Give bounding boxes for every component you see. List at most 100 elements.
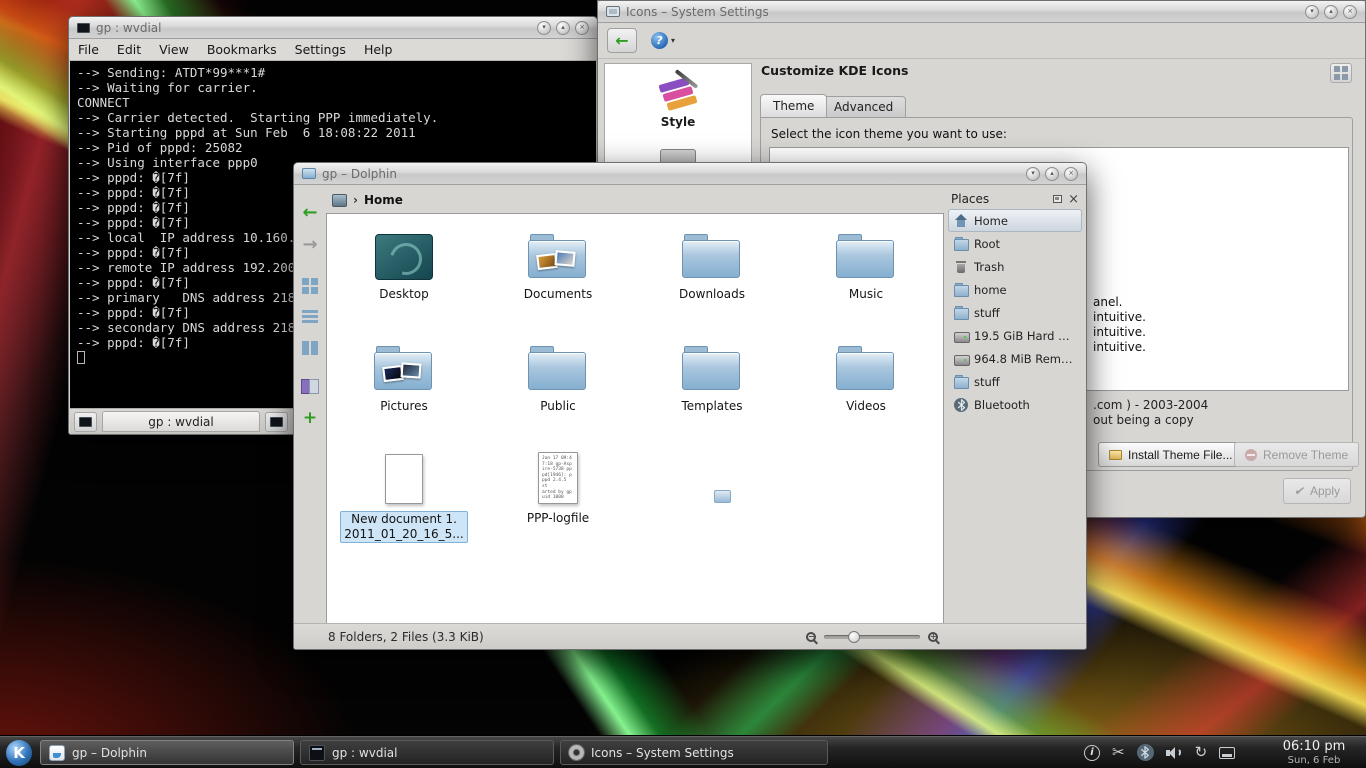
sidebar-item-style[interactable]: Style (605, 64, 751, 129)
theme-description-fragment: .com ) - 2003-2004 (1093, 398, 1208, 412)
task-label: gp – Dolphin (72, 746, 147, 760)
breadcrumb: › Home (332, 190, 403, 210)
menu-edit[interactable]: Edit (108, 42, 150, 57)
menu-file[interactable]: File (69, 42, 108, 57)
float-panel-icon[interactable] (1053, 195, 1062, 203)
compact-view-button[interactable] (299, 305, 321, 327)
folder-view[interactable]: Desktop Documents Downloads Music Pictur… (326, 213, 944, 625)
places-item-bluetooth[interactable]: Bluetooth (948, 393, 1082, 416)
app-launcher-button[interactable]: K (3, 738, 35, 767)
file-item-new-document-selected[interactable]: New document 1.2011_01_20_16_5... (327, 448, 481, 560)
view-mode-button[interactable] (1330, 63, 1352, 83)
file-item-downloads[interactable]: Downloads (635, 224, 789, 336)
theme-list-text-fragment: intuitive. (1093, 325, 1146, 339)
dolphin-icon (49, 745, 65, 761)
file-item-ppp-logfile[interactable]: Jan 17 09:4 7:18 gp-Asp ire-5738 pp pd[1… (481, 448, 635, 560)
places-item-stuff[interactable]: stuff (948, 301, 1082, 324)
maximize-button[interactable]: ▴ (556, 21, 570, 35)
minimize-button[interactable]: ▾ (537, 21, 551, 35)
icon-view-icon (1334, 66, 1349, 81)
places-header[interactable]: Places × (948, 189, 1082, 209)
new-tab-button[interactable]: + (299, 407, 321, 429)
file-item-label: Public (540, 399, 576, 414)
terminal-line: --> Sending: ATDT*99***1# (77, 65, 589, 80)
clock[interactable]: 06:10 pm Sun, 6 Feb (1268, 739, 1360, 766)
places-panel: Places × Home Root Trash home stuff 19.5… (948, 189, 1082, 623)
file-item-documents[interactable]: Documents (481, 224, 635, 336)
remove-theme-button[interactable]: Remove Theme (1234, 442, 1359, 467)
minimize-button[interactable]: ▾ (1305, 5, 1319, 19)
places-item-trash[interactable]: Trash (948, 255, 1082, 278)
documents-folder-icon (528, 232, 588, 280)
menu-settings[interactable]: Settings (286, 42, 355, 57)
folder-icon (682, 344, 742, 392)
remove-theme-label: Remove Theme (1263, 448, 1348, 462)
close-panel-icon[interactable]: × (1068, 193, 1079, 206)
places-selector-icon[interactable] (332, 194, 347, 207)
detach-tab-button[interactable] (265, 412, 288, 432)
split-view-button[interactable] (299, 375, 321, 397)
pictures-folder-icon (374, 344, 434, 392)
menu-bookmarks[interactable]: Bookmarks (198, 42, 286, 57)
terminal-tab[interactable]: gp : wvdial (102, 411, 260, 432)
sync-tray-icon[interactable]: ↻ (1195, 745, 1208, 760)
places-item-hard-drive[interactable]: 19.5 GiB Hard Drive (948, 324, 1082, 347)
dolphin-titlebar[interactable]: gp – Dolphin ▾ ▴ × (294, 163, 1086, 185)
places-item-home2[interactable]: home (948, 278, 1082, 301)
zoom-in-button[interactable]: + (928, 632, 938, 642)
zoom-control: − + (806, 624, 938, 650)
places-item-root[interactable]: Root (948, 232, 1082, 255)
file-item-music[interactable]: Music (789, 224, 943, 336)
zoom-out-button[interactable]: − (806, 632, 816, 642)
file-item-templates[interactable]: Templates (635, 336, 789, 448)
icons-view-button[interactable] (299, 275, 321, 297)
notifications-tray-icon[interactable]: i (1084, 745, 1100, 761)
task-dolphin[interactable]: gp – Dolphin (40, 740, 294, 765)
maximize-button[interactable]: ▴ (1324, 5, 1338, 19)
system-tray: i ✂ ↻ (1084, 736, 1235, 768)
help-icon: ? (651, 32, 668, 49)
desktop-folder-icon (375, 234, 433, 280)
klipper-tray-icon[interactable]: ✂ (1112, 745, 1125, 760)
file-item-desktop[interactable]: Desktop (327, 224, 481, 336)
close-button[interactable]: × (575, 21, 589, 35)
back-button[interactable]: ← (607, 28, 637, 53)
file-item-pictures[interactable]: Pictures (327, 336, 481, 448)
help-button[interactable]: ? ▾ (651, 32, 675, 49)
menu-view[interactable]: View (150, 42, 198, 57)
breadcrumb-home[interactable]: Home (364, 193, 403, 207)
back-button[interactable]: ← (299, 201, 321, 223)
task-system-settings[interactable]: Icons – System Settings (560, 740, 828, 765)
close-button[interactable]: × (1064, 167, 1078, 181)
maximize-button[interactable]: ▴ (1045, 167, 1059, 181)
clock-date: Sun, 6 Feb (1268, 755, 1360, 766)
menu-help[interactable]: Help (355, 42, 402, 57)
bluetooth-tray-icon[interactable] (1137, 744, 1154, 761)
places-item-stuff2[interactable]: stuff (948, 370, 1082, 393)
settings-titlebar[interactable]: Icons – System Settings ▾ ▴ × (598, 1, 1365, 23)
task-wvdial[interactable]: gp : wvdial (300, 740, 554, 765)
folder-icon (836, 344, 896, 392)
details-view-button[interactable] (299, 337, 321, 359)
zoom-slider-handle[interactable] (848, 631, 860, 643)
places-item-home[interactable]: Home (948, 209, 1082, 232)
device-notifier-tray-icon[interactable] (1219, 747, 1235, 759)
install-theme-button[interactable]: Install Theme File... (1098, 442, 1243, 467)
text-file-icon: Jan 17 09:4 7:18 gp-Asp ire-5738 pp pd[1… (538, 452, 578, 504)
new-tab-button[interactable] (74, 412, 97, 432)
places-item-removable[interactable]: 964.8 MiB Remov... (948, 347, 1082, 370)
close-button[interactable]: × (1343, 5, 1357, 19)
terminal-titlebar[interactable]: gp : wvdial ▾ ▴ × (69, 17, 597, 39)
zoom-slider-track[interactable] (824, 635, 920, 639)
tab-theme[interactable]: Theme (760, 94, 827, 118)
file-item-videos[interactable]: Videos (789, 336, 943, 448)
kde-logo-icon: K (6, 740, 32, 766)
compact-view-icon (302, 309, 318, 323)
volume-tray-icon[interactable] (1166, 745, 1183, 760)
apply-button[interactable]: ✔ Apply (1283, 478, 1351, 504)
forward-button[interactable]: → (299, 233, 321, 255)
tab-advanced[interactable]: Advanced (821, 96, 906, 118)
file-item-public[interactable]: Public (481, 336, 635, 448)
file-item-label: PPP-logfile (527, 511, 589, 526)
minimize-button[interactable]: ▾ (1026, 167, 1040, 181)
